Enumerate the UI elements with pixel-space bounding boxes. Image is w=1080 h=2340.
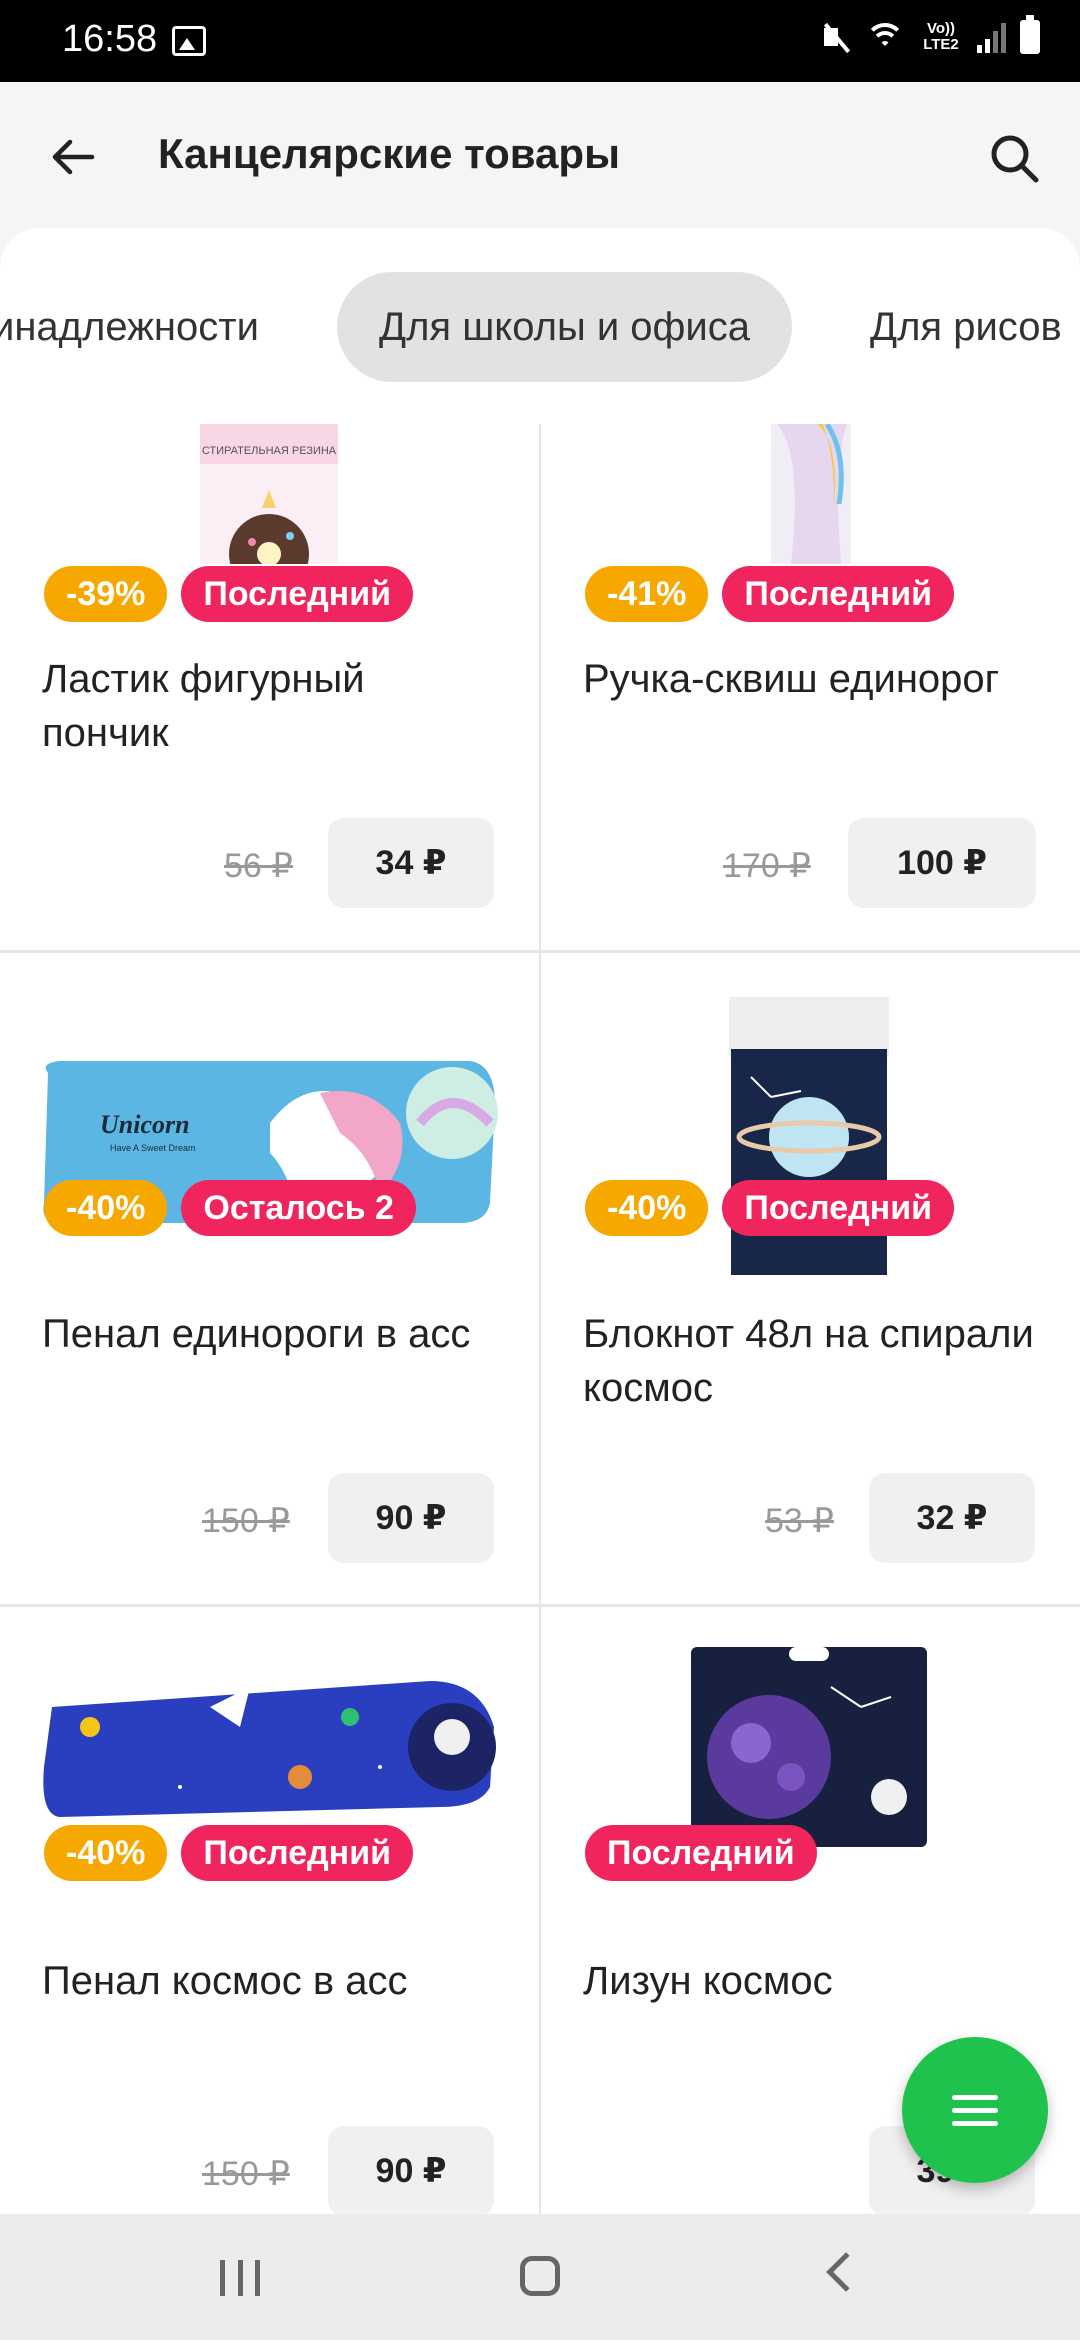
product-title: Блокнот 48л на спирали космос (583, 1312, 1034, 1410)
product-image (771, 424, 851, 564)
wifi-icon (865, 21, 905, 53)
search-icon[interactable] (986, 130, 1042, 186)
pencil-case-print: Unicorn (100, 1110, 190, 1139)
discount-badge: -40% (585, 1180, 709, 1236)
product-card[interactable]: -40% Последний Блокнот 48л на спирали ко… (541, 953, 1080, 1604)
product-card[interactable]: Unicorn Have A Sweet Dream -40% Осталось… (0, 953, 539, 1604)
recent-apps-icon[interactable] (220, 2260, 260, 2296)
discount-badge: -41% (585, 566, 709, 622)
badge-group: -41% Последний (585, 566, 955, 622)
app-header: Канцелярские товары (0, 82, 1080, 232)
arrow-left-icon[interactable] (48, 132, 98, 182)
pencil-case-subprint: Have A Sweet Dream (110, 1143, 196, 1153)
category-tabs[interactable]: инадлежности Для школы и офиса Для рисов (0, 272, 1080, 382)
menu-fab[interactable] (902, 2037, 1048, 2183)
stock-badge: Последний (181, 566, 414, 622)
discount-badge: -40% (44, 1825, 168, 1881)
network-label: Vo)) LTE2 (923, 20, 959, 53)
old-price: 170 ₽ (723, 847, 811, 885)
product-card[interactable]: -40% Последний Пенал космос в асс 150 ₽ … (0, 1607, 539, 2216)
home-icon[interactable] (520, 2256, 560, 2296)
battery-icon (1020, 15, 1040, 54)
tab-school-office[interactable]: Для школы и офиса (337, 272, 793, 382)
discount-badge: -40% (44, 1180, 168, 1236)
price-button[interactable]: 100 ₽ (848, 818, 1036, 908)
badge-group: -40% Последний (44, 1825, 414, 1881)
badge-group: Последний (585, 1825, 817, 1881)
old-price: 53 ₽ (765, 1502, 834, 1540)
product-title: Ластик фигурный пончик (42, 657, 365, 755)
stock-badge: Последний (722, 1180, 955, 1236)
tab-drawing[interactable]: Для рисов (870, 272, 1062, 382)
product-title: Пенал космос в асс (42, 1959, 408, 2003)
price-button[interactable]: 90 ₽ (328, 1473, 494, 1563)
mute-icon (821, 20, 851, 54)
gallery-notification-icon (172, 26, 206, 56)
product-card[interactable]: СТИРАТЕЛЬНАЯ РЕЗИНА -39% Последний Ласти… (0, 424, 539, 950)
price-button[interactable]: 34 ₽ (328, 818, 494, 908)
status-icons: Vo)) LTE2 (821, 15, 1040, 54)
stock-badge: Последний (181, 1825, 414, 1881)
stock-badge: Последний (585, 1825, 817, 1881)
badge-group: -40% Осталось 2 (44, 1180, 416, 1236)
product-image: СТИРАТЕЛЬНАЯ РЕЗИНА (200, 424, 338, 564)
price-button[interactable]: 32 ₽ (869, 1473, 1035, 1563)
price-button[interactable]: 90 ₽ (328, 2126, 494, 2216)
old-price: 150 ₽ (202, 2155, 290, 2193)
product-title: Ручка-сквиш единорог (583, 657, 1000, 701)
back-nav-icon[interactable] (826, 2252, 866, 2292)
old-price: 56 ₽ (224, 847, 293, 885)
signal-icon (977, 21, 1006, 53)
badge-group: -40% Последний (585, 1180, 955, 1236)
system-nav-bar (0, 2214, 1080, 2340)
old-price: 150 ₽ (202, 1502, 290, 1540)
product-image (691, 1647, 927, 1847)
eraser-pack-label: СТИРАТЕЛЬНАЯ РЕЗИНА (202, 445, 337, 457)
page-title: Канцелярские товары (158, 130, 620, 177)
product-title: Лизун космос (583, 1959, 833, 2003)
product-title: Пенал единороги в асс (42, 1312, 471, 1356)
discount-badge: -39% (44, 566, 168, 622)
status-time: 16:58 (62, 18, 158, 60)
tab-accessories[interactable]: инадлежности (0, 272, 259, 382)
stock-badge: Последний (722, 566, 955, 622)
badge-group: -39% Последний (44, 566, 414, 622)
status-bar: 16:58 Vo)) LTE2 (0, 0, 1080, 82)
product-card[interactable]: -41% Последний Ручка-сквиш единорог 170 … (541, 424, 1080, 950)
product-image (43, 1681, 496, 1817)
stock-badge: Осталось 2 (181, 1180, 416, 1236)
